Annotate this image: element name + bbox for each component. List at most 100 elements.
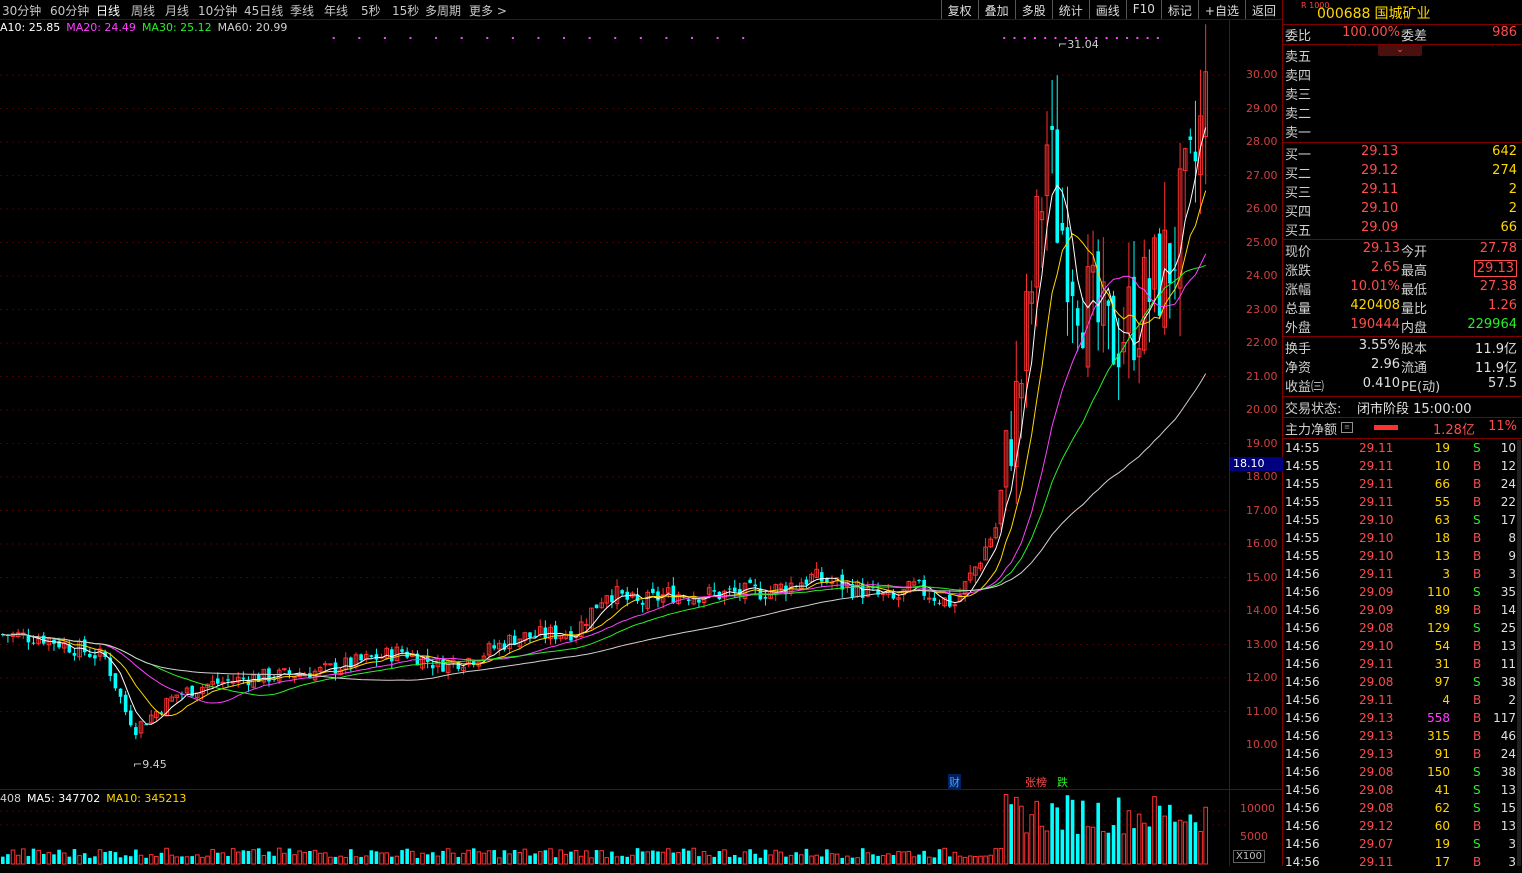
fundamental-value: 11.9亿 (1475, 361, 1517, 376)
quote-label: 最低 (1401, 283, 1428, 298)
volume-bar (517, 852, 523, 865)
volume-bar (1157, 805, 1162, 864)
main-force-row[interactable]: 主力净额 ≡ 1.28亿 11% (1283, 419, 1522, 438)
quote-label: 涨跌 (1285, 264, 1312, 279)
price-tick: 30.00 (1246, 68, 1278, 81)
volume-bar (665, 848, 671, 865)
tick-side: B (1473, 693, 1482, 707)
candle-body (640, 602, 645, 605)
volume-bar (1060, 829, 1065, 864)
buy-level-2[interactable]: 买二 29.12 274 (1283, 163, 1522, 182)
event-mark-list[interactable]: 张榜 (1025, 774, 1047, 790)
buy-level-3[interactable]: 买三 29.11 2 (1283, 182, 1522, 201)
tick-count: 3 (1508, 837, 1516, 851)
signal-dot (639, 37, 642, 39)
signal-dot (614, 37, 617, 39)
candle-body (369, 655, 374, 657)
tick-count: 117 (1493, 711, 1516, 725)
volume-bar (46, 852, 52, 865)
candlestick-chart[interactable] (0, 0, 1229, 866)
buy-level-volume: 2 (1508, 182, 1517, 197)
candle-body (528, 632, 532, 638)
buy-level-4[interactable]: 买四 29.10 2 (1283, 201, 1522, 220)
volume-bar (625, 856, 630, 864)
volume-bar (1111, 825, 1116, 864)
tick-side: B (1473, 855, 1482, 869)
volume-bar (635, 848, 640, 864)
tick-count: 9 (1508, 549, 1516, 563)
candle-body (1065, 227, 1070, 303)
candle-body (31, 642, 36, 644)
tick-row: 14:56 29.08 41 S 13 (1283, 783, 1522, 801)
toolbar-button-8[interactable]: 返回 (1244, 0, 1282, 19)
volume-bar (61, 852, 67, 865)
tick-row: 14:56 29.13 315 B 46 (1283, 729, 1522, 747)
tick-time: 14:56 (1285, 765, 1320, 779)
volume-legend-item: 408 (0, 792, 21, 805)
volume-bar (701, 851, 707, 865)
volume-bar (169, 854, 174, 865)
fundamental-label: 流通 (1401, 361, 1428, 376)
tick-time: 14:55 (1285, 531, 1320, 545)
event-mark-drop[interactable]: 跌 (1057, 774, 1068, 790)
volume-bar (651, 850, 655, 864)
tick-volume: 3 (1442, 567, 1450, 581)
tick-price: 29.10 (1359, 639, 1394, 653)
signal-dot (691, 37, 694, 39)
fundamental-value: 57.5 (1488, 376, 1517, 391)
quote-value: 190444 (1350, 317, 1400, 332)
candle-body (134, 727, 138, 735)
event-mark-finance[interactable]: 财 (948, 774, 961, 790)
volume-bar (784, 856, 788, 864)
tick-count: 2 (1508, 693, 1516, 707)
volume-bar (727, 856, 732, 864)
price-tick: 14.00 (1246, 604, 1278, 617)
candle-body (1070, 281, 1075, 297)
tick-volume: 63 (1434, 513, 1450, 527)
candle-body (215, 678, 220, 684)
volume-bar (256, 848, 261, 864)
price-tick: 22.00 (1246, 336, 1278, 349)
volume-bar (363, 855, 369, 865)
sell-level-5: 卖五 (1283, 46, 1522, 65)
tick-count: 38 (1500, 765, 1516, 779)
tick-price: 29.10 (1359, 531, 1394, 545)
stock-header[interactable]: R 1000 000688 国城矿业 (1283, 0, 1522, 24)
volume-bar (1168, 804, 1172, 864)
volume-bar (230, 848, 236, 865)
candle-body (492, 645, 496, 649)
volume-bar (563, 853, 569, 865)
volume-bar (226, 855, 230, 864)
tick-scrollbar[interactable] (1517, 440, 1521, 866)
volume-bar (599, 850, 604, 865)
volume-bar (1121, 833, 1127, 865)
volume-bar (267, 851, 271, 864)
volume-bar (20, 848, 26, 865)
fundamental-row: 收益㈢ 0.410 PE(动) 57.5 (1283, 376, 1522, 395)
volume-bar (855, 857, 860, 865)
candle-body (390, 649, 394, 662)
volume-bar (886, 853, 891, 865)
quote-value: 29.13 (1362, 241, 1400, 256)
buy-level-price: 29.13 (1361, 144, 1399, 159)
tick-side: S (1473, 765, 1481, 779)
quote-label: 量比 (1401, 302, 1428, 317)
tick-price: 29.11 (1359, 495, 1394, 509)
volume-bar (1065, 795, 1070, 864)
volume-bar (558, 849, 564, 865)
volume-bar (742, 851, 748, 865)
candle-body (686, 599, 691, 602)
tick-row: 14:55 29.11 55 B 22 (1283, 495, 1522, 513)
tick-side: B (1473, 657, 1482, 671)
buy-level-5[interactable]: 买五 29.09 66 (1283, 220, 1522, 239)
volume-bar (317, 852, 323, 865)
quote-label: 涨幅 (1285, 283, 1312, 298)
buy-level-1[interactable]: 买一 29.13 642 (1283, 144, 1522, 163)
fundamental-row: 换手 3.55% 股本 11.9亿 (1283, 338, 1522, 357)
volume-tick: 10000 (1240, 802, 1275, 815)
volume-bar (1081, 800, 1085, 864)
tick-count: 14 (1500, 603, 1516, 617)
volume-bar (732, 854, 737, 864)
ma-line-60 (2, 373, 1207, 681)
low-annotation: ⌐9.45 (133, 758, 167, 771)
